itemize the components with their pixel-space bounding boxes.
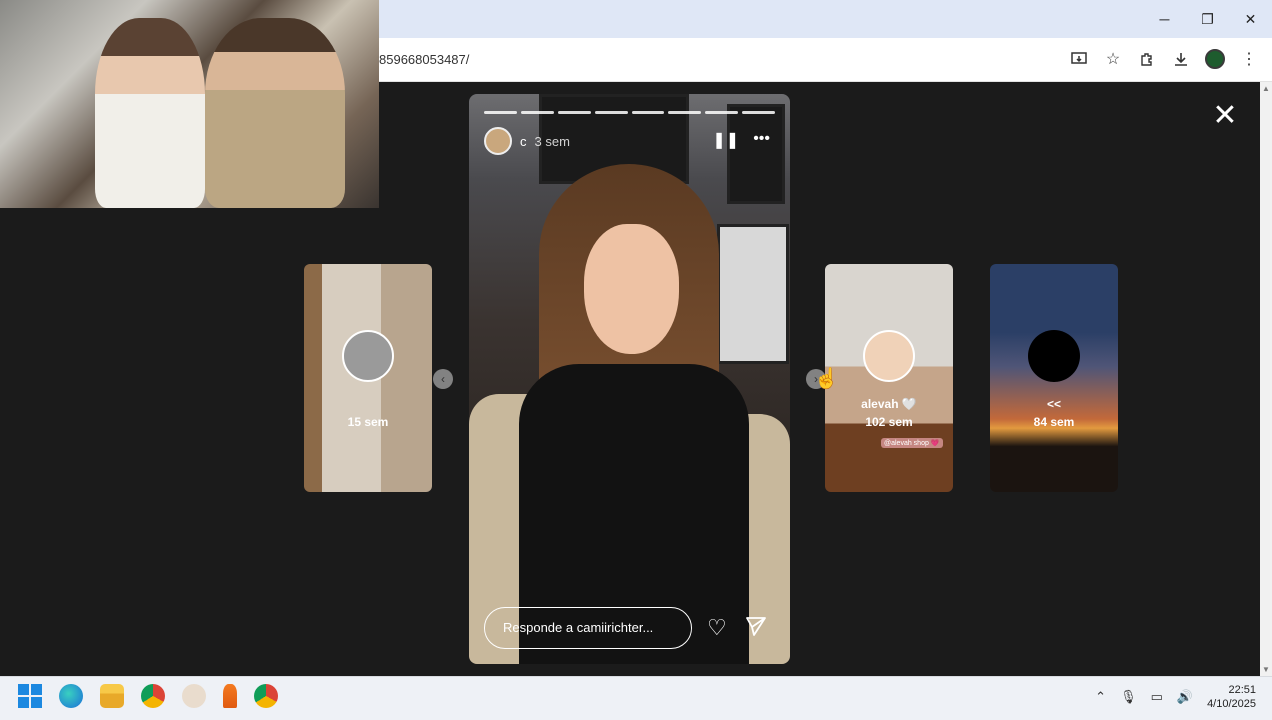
thumbnail-avatar (863, 330, 915, 382)
prev-story-button[interactable]: ‹ (433, 369, 453, 389)
microphone-icon[interactable]: 🎙 (1120, 689, 1137, 705)
story-thumbnail-next[interactable]: alevah 🤍 102 sem @alevah shop 💗 (825, 264, 953, 492)
chevron-up-icon[interactable]: ⌃ (1095, 689, 1106, 705)
minimize-button[interactable]: ─ (1143, 0, 1186, 38)
thumbnail-avatar (342, 330, 394, 382)
progress-segment (557, 111, 591, 114)
window-controls: ─ ❐ ✕ (1143, 0, 1272, 38)
story-thumbnail-next-2[interactable]: << 84 sem (990, 264, 1118, 492)
edge-icon[interactable] (59, 684, 83, 708)
thumbnail-time: 15 sem (347, 415, 389, 429)
thumbnail-avatar (1028, 330, 1080, 382)
menu-icon[interactable]: ⋮ (1236, 46, 1262, 72)
progress-segment (631, 111, 665, 114)
more-options-icon[interactable]: ••• (753, 130, 770, 150)
chrome-profile-icon[interactable] (254, 684, 278, 708)
thumbnail-username: << (1046, 397, 1061, 411)
story-avatar[interactable] (484, 127, 512, 155)
windows-taskbar: ⌃ 🎙 ▭ 🔊 22:51 4/10/2025 (0, 676, 1272, 720)
network-icon[interactable]: ▭ (1151, 689, 1163, 705)
browser-toolbar: ☆ ⋮ (1066, 46, 1262, 72)
progress-segment (520, 111, 554, 114)
story-controls: ❚❚ ••• (712, 130, 770, 150)
story-header: c 3 sem (484, 127, 570, 155)
chrome-icon[interactable] (141, 684, 165, 708)
close-viewer-button[interactable]: ✕ (1210, 101, 1240, 131)
volume-icon[interactable]: 🔊 (1177, 689, 1193, 705)
webcam-overlay (0, 0, 379, 208)
progress-segment (484, 111, 517, 114)
hand-cursor-icon: ☝ (814, 368, 839, 390)
send-icon[interactable] (745, 615, 767, 643)
progress-segment (594, 111, 628, 114)
windows-start-icon[interactable] (18, 684, 42, 708)
vertical-scrollbar[interactable]: ▲ ▼ (1260, 82, 1272, 676)
progress-segment (742, 111, 775, 114)
story-subject-face (584, 224, 679, 354)
file-explorer-icon[interactable] (100, 684, 124, 708)
like-heart-icon[interactable]: ♡ (707, 615, 727, 641)
restore-button[interactable]: ❐ (1186, 0, 1229, 38)
progress-segment (668, 111, 702, 114)
thumbnail-username: alevah 🤍 (861, 397, 917, 411)
app-red-dot-icon[interactable] (182, 684, 206, 708)
scroll-down-icon[interactable]: ▼ (1262, 665, 1270, 674)
story-username[interactable]: c (520, 134, 527, 149)
webcam-person-left (95, 18, 205, 208)
wall-frame (717, 224, 789, 364)
story-thumbnail-prev[interactable]: 15 sem (304, 264, 432, 492)
thumbnail-time: 102 sem (865, 415, 913, 429)
url-text[interactable]: 859668053487/ (379, 52, 469, 67)
close-window-button[interactable]: ✕ (1229, 0, 1272, 38)
install-icon[interactable] (1066, 46, 1092, 72)
taskbar-apps (18, 684, 278, 708)
reply-input[interactable]: Responde a camiirichter... (484, 607, 692, 649)
podcast-mic-icon[interactable] (223, 684, 237, 708)
clock-time: 22:51 (1228, 684, 1256, 696)
wall-frame (727, 104, 785, 204)
scroll-up-icon[interactable]: ▲ (1262, 84, 1270, 93)
system-tray: ⌃ 🎙 ▭ 🔊 22:51 4/10/2025 (1095, 683, 1256, 711)
active-story[interactable]: c 3 sem ❚❚ ••• Responde a camiirichter..… (469, 94, 790, 664)
webcam-person-right (205, 18, 345, 208)
story-progress-bar (484, 111, 775, 114)
thumbnail-sticker: @alevah shop 💗 (881, 438, 943, 448)
story-time: 3 sem (534, 133, 570, 149)
extensions-icon[interactable] (1134, 46, 1160, 72)
profile-icon[interactable] (1202, 46, 1228, 72)
pause-icon[interactable]: ❚❚ (712, 130, 739, 150)
clock[interactable]: 22:51 4/10/2025 (1207, 683, 1256, 711)
downloads-icon[interactable] (1168, 46, 1194, 72)
clock-date: 4/10/2025 (1207, 698, 1256, 710)
bookmark-star-icon[interactable]: ☆ (1100, 46, 1126, 72)
thumbnail-time: 84 sem (1033, 415, 1075, 429)
progress-segment (705, 111, 739, 114)
